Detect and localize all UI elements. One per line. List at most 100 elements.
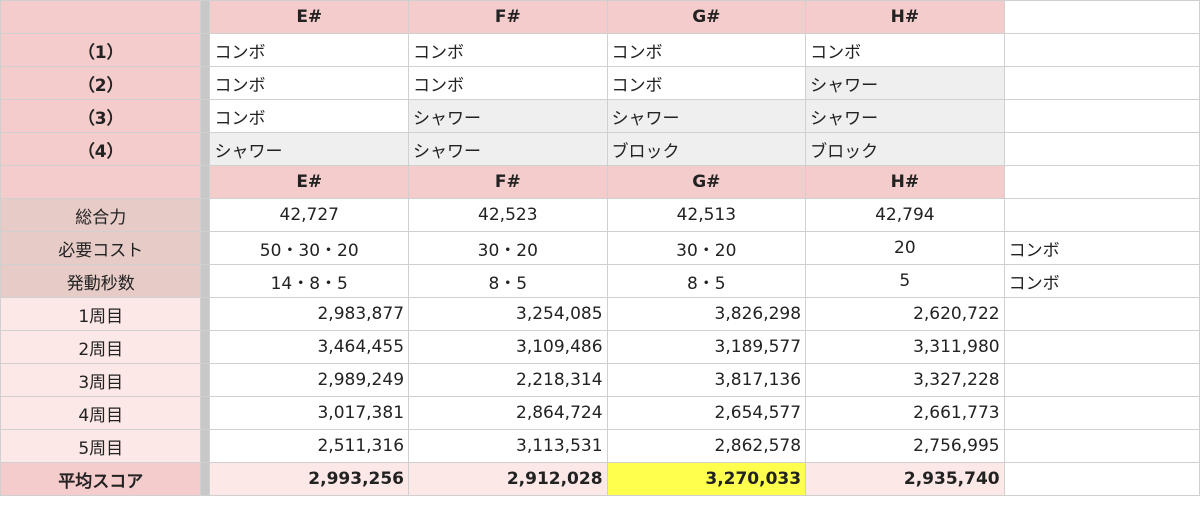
empty-cell[interactable] [1003,297,1200,331]
stat-cell[interactable]: 30・20 [408,231,608,265]
score-cell[interactable]: 2,989,249 [209,363,410,397]
note-cell[interactable]: コンボ [1003,231,1200,265]
skill-cell[interactable]: シャワー [805,66,1005,100]
score-cell[interactable]: 3,189,577 [606,330,807,364]
score-cell[interactable]: 3,017,381 [209,396,410,430]
stat-cell[interactable]: 42,523 [408,198,608,232]
skill-cell[interactable]: シャワー [408,132,608,166]
empty-cell[interactable] [1003,429,1200,463]
score-cell[interactable]: 3,109,486 [408,330,608,364]
frozen-divider[interactable] [200,0,211,34]
score-cell[interactable]: 3,327,228 [805,363,1005,397]
column-header-e[interactable]: E# [209,0,410,34]
row-label[interactable]: （2） [0,66,202,100]
score-cell[interactable]: 2,511,316 [209,429,410,463]
stat-cell[interactable]: 8・5 [408,264,608,298]
stat-cell[interactable]: 20 [805,231,1005,265]
frozen-divider[interactable] [200,33,211,67]
note-cell[interactable]: コンボ [1003,264,1200,298]
column-header-f[interactable]: F# [408,165,608,199]
frozen-divider[interactable] [200,99,211,133]
skill-cell[interactable]: シャワー [408,99,608,133]
skill-cell[interactable]: コンボ [209,66,410,100]
stat-cell[interactable]: 14・8・5 [209,264,410,298]
score-cell[interactable]: 3,254,085 [408,297,608,331]
skill-cell[interactable]: ブロック [805,132,1005,166]
row-label[interactable]: 4周目 [0,396,202,430]
stat-cell[interactable]: 30・20 [606,231,807,265]
frozen-divider[interactable] [200,132,211,166]
note-cell[interactable] [1003,198,1200,232]
skill-cell[interactable]: コンボ [209,99,410,133]
frozen-divider[interactable] [200,165,211,199]
skill-cell[interactable]: ブロック [606,132,807,166]
skill-cell[interactable]: シャワー [606,99,807,133]
score-cell[interactable]: 2,864,724 [408,396,608,430]
frozen-divider[interactable] [200,66,211,100]
frozen-divider[interactable] [200,264,211,298]
column-header-g[interactable]: G# [606,165,807,199]
skill-cell[interactable]: コンボ [209,33,410,67]
column-header-e[interactable]: E# [209,165,410,199]
row-label[interactable]: 2周目 [0,330,202,364]
row-label[interactable]: 1周目 [0,297,202,331]
score-cell[interactable]: 3,311,980 [805,330,1005,364]
corner-cell[interactable] [0,165,202,199]
empty-cell[interactable] [1003,0,1200,34]
score-cell[interactable]: 2,862,578 [606,429,807,463]
empty-cell[interactable] [1003,330,1200,364]
stat-cell[interactable]: 42,727 [209,198,410,232]
empty-cell[interactable] [1003,66,1200,100]
stat-cell[interactable]: 42,513 [606,198,807,232]
score-cell[interactable]: 2,218,314 [408,363,608,397]
column-header-h[interactable]: H# [805,165,1005,199]
empty-cell[interactable] [1003,396,1200,430]
frozen-divider[interactable] [200,198,211,232]
row-label[interactable]: 必要コスト [0,231,202,265]
average-cell[interactable]: 2,912,028 [408,462,608,496]
empty-cell[interactable] [1003,132,1200,166]
frozen-divider[interactable] [200,330,211,364]
score-cell[interactable]: 2,661,773 [805,396,1005,430]
skill-cell[interactable]: コンボ [408,66,608,100]
average-cell[interactable]: 2,935,740 [805,462,1005,496]
stat-cell[interactable]: 50・30・20 [209,231,410,265]
row-label[interactable]: 総合力 [0,198,202,232]
row-label[interactable]: 5周目 [0,429,202,463]
skill-cell[interactable]: コンボ [606,66,807,100]
row-label[interactable]: 3周目 [0,363,202,397]
empty-cell[interactable] [1003,462,1200,496]
empty-cell[interactable] [1003,363,1200,397]
score-cell[interactable]: 2,756,995 [805,429,1005,463]
column-header-f[interactable]: F# [408,0,608,34]
corner-cell[interactable] [0,0,202,34]
column-header-h[interactable]: H# [805,0,1005,34]
frozen-divider[interactable] [200,363,211,397]
column-header-g[interactable]: G# [606,0,807,34]
score-cell[interactable]: 2,654,577 [606,396,807,430]
average-cell-best[interactable]: 3,270,033 [606,462,807,496]
stat-cell[interactable]: 42,794 [805,198,1005,232]
row-label[interactable]: （3） [0,99,202,133]
row-label[interactable]: （1） [0,33,202,67]
average-label[interactable]: 平均スコア [0,462,202,496]
stat-cell[interactable]: 5 [805,264,1005,298]
empty-cell[interactable] [1003,165,1200,199]
score-cell[interactable]: 3,826,298 [606,297,807,331]
stat-cell[interactable]: 8・5 [606,264,807,298]
score-cell[interactable]: 2,620,722 [805,297,1005,331]
row-label[interactable]: （4） [0,132,202,166]
score-cell[interactable]: 3,464,455 [209,330,410,364]
empty-cell[interactable] [1003,33,1200,67]
frozen-divider[interactable] [200,297,211,331]
skill-cell[interactable]: コンボ [805,33,1005,67]
skill-cell[interactable]: シャワー [209,132,410,166]
frozen-divider[interactable] [200,429,211,463]
empty-cell[interactable] [1003,99,1200,133]
frozen-divider[interactable] [200,396,211,430]
score-cell[interactable]: 3,817,136 [606,363,807,397]
average-cell[interactable]: 2,993,256 [209,462,410,496]
score-cell[interactable]: 2,983,877 [209,297,410,331]
frozen-divider[interactable] [200,462,211,496]
skill-cell[interactable]: シャワー [805,99,1005,133]
